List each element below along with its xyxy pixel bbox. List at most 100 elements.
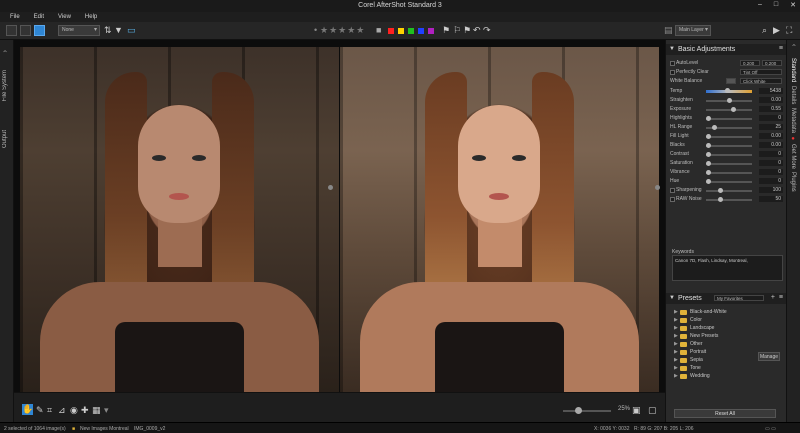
fit-icon[interactable]: ▣ (632, 405, 641, 416)
menu-help[interactable]: Help (85, 12, 97, 22)
preset-folder-item[interactable]: ▶ Color (674, 317, 774, 325)
expand-arrow-icon[interactable]: ▶ (674, 341, 678, 347)
expand-left-icon[interactable]: › (2, 50, 9, 52)
slider-track[interactable] (706, 98, 752, 103)
reject-flag-icon[interactable]: ⚐ (453, 25, 461, 36)
slider-track[interactable] (706, 179, 752, 184)
color-label-red[interactable] (388, 28, 394, 34)
menu-edit[interactable]: Edit (34, 12, 44, 22)
slider-track[interactable] (706, 88, 752, 93)
sort-icon[interactable]: ⇅ (104, 25, 112, 36)
presets-header[interactable]: ▼ Presets My Favorites + ≡ (666, 293, 787, 304)
collapse-icon[interactable]: ▼ (669, 46, 675, 52)
fullscreen-icon[interactable]: ⛶ (786, 25, 792, 36)
expand-arrow-icon[interactable]: ▶ (674, 357, 678, 363)
slider-knob[interactable] (706, 152, 711, 157)
single-view-button[interactable] (6, 25, 17, 36)
slider-track[interactable] (706, 188, 752, 193)
slider-track[interactable] (706, 107, 752, 112)
perfectly-clear-checkbox[interactable] (670, 70, 675, 75)
heal-icon[interactable]: ✚ (81, 405, 89, 416)
tab-plugins[interactable]: Plugins (790, 172, 796, 192)
panel-menu-icon[interactable]: ≡ (779, 45, 783, 52)
slider-knob[interactable] (706, 161, 711, 166)
expand-arrow-icon[interactable]: ▶ (674, 349, 678, 355)
rating-dot[interactable]: • (314, 25, 317, 36)
preset-folder-item[interactable]: ▶ Black-and-White (674, 309, 774, 317)
split-handle[interactable] (328, 185, 333, 190)
close-button[interactable]: ✕ (790, 1, 796, 9)
slider-track[interactable] (706, 134, 752, 139)
color-label-green[interactable] (408, 28, 414, 34)
slider-track[interactable] (706, 161, 752, 166)
plugins-icon[interactable]: ▦ (92, 405, 101, 416)
manage-presets-button[interactable]: Manage (758, 352, 780, 361)
slider-knob[interactable] (726, 98, 732, 103)
tab-file-system[interactable]: File System (2, 70, 8, 101)
zoom-slider-knob[interactable] (575, 407, 583, 414)
compare-view-button[interactable] (34, 25, 45, 36)
color-label-yellow[interactable] (398, 28, 404, 34)
slider-track[interactable] (706, 152, 752, 157)
slider-value[interactable]: 100 (759, 187, 783, 193)
menu-file[interactable]: File (10, 12, 20, 22)
slider-track[interactable] (706, 197, 752, 202)
tab-metadata[interactable]: Metadata (790, 108, 796, 133)
slider-checkbox[interactable] (670, 197, 675, 202)
more-tools-icon[interactable]: ▾ (104, 405, 109, 416)
hand-tool-icon[interactable]: ✋ (22, 404, 33, 415)
image-viewer[interactable] (14, 40, 665, 392)
expand-arrow-icon[interactable]: ▶ (674, 317, 678, 323)
add-preset-icon[interactable]: + (771, 294, 775, 301)
preset-folder-item[interactable]: ▶ Landscape (674, 325, 774, 333)
slider-knob[interactable] (706, 179, 711, 184)
slider-knob[interactable] (706, 170, 711, 175)
menu-view[interactable]: View (58, 12, 71, 22)
autolevel-high[interactable]: 0.200 (762, 60, 782, 66)
tab-details[interactable]: Details (790, 86, 796, 104)
eyedropper-icon[interactable]: ✎ (36, 405, 44, 416)
slider-value[interactable]: 0.00 (759, 97, 783, 103)
maximize-button[interactable]: □ (774, 1, 778, 9)
slider-value[interactable]: 0.00 (759, 133, 783, 139)
actual-size-icon[interactable]: ▢ (648, 405, 657, 416)
slider-knob[interactable] (718, 188, 724, 193)
dual-view-button[interactable] (20, 25, 31, 36)
slider-value[interactable]: 0.00 (759, 142, 783, 148)
tab-output[interactable]: Output (2, 130, 8, 148)
slideshow-icon[interactable]: ▶ (773, 25, 780, 36)
slider-value[interactable]: 25 (759, 124, 783, 130)
basic-adjustments-header[interactable]: ▼ Basic Adjustments ≡ (666, 44, 787, 55)
rating-stars[interactable]: ★★★★★ (320, 25, 365, 36)
slider-checkbox[interactable] (670, 188, 675, 193)
pick-flag-icon[interactable]: ⚑ (463, 25, 471, 36)
preset-folder-item[interactable]: ▶ Tone (674, 365, 774, 373)
split-handle[interactable] (655, 185, 660, 190)
minimize-button[interactable]: – (758, 1, 762, 9)
slider-track[interactable] (706, 170, 752, 175)
autolevel-low[interactable]: 0.200 (740, 60, 760, 66)
rotate-left-icon[interactable]: ↶ (473, 25, 481, 36)
slider-value[interactable]: 0 (759, 169, 783, 175)
comment-icon[interactable]: ▭ (127, 25, 136, 36)
slider-knob[interactable] (706, 134, 711, 139)
color-label-purple[interactable] (428, 28, 434, 34)
photo-edited[interactable] (340, 47, 659, 392)
expand-arrow-icon[interactable]: ▶ (674, 373, 678, 379)
perfectly-clear-select[interactable]: Tint Off (740, 69, 782, 75)
presets-filter-select[interactable]: My Favorites (714, 295, 764, 301)
slider-value[interactable]: 0 (759, 151, 783, 157)
layers-icon[interactable]: ▤ (664, 25, 673, 36)
preset-folder-item[interactable]: ▶ New Presets (674, 333, 774, 341)
slider-value[interactable]: 0 (759, 115, 783, 121)
slider-knob[interactable] (730, 107, 736, 112)
tab-standard[interactable]: Standard (790, 58, 796, 82)
filter-icon[interactable]: ▼ (114, 25, 123, 36)
rotate-right-icon[interactable]: ↷ (483, 25, 491, 36)
slider-value[interactable]: 0.55 (759, 106, 783, 112)
redeye-icon[interactable]: ◉ (70, 405, 78, 416)
keywords-field[interactable]: Canon 7D, Flash, Lindsay, Montreal, (672, 255, 783, 281)
photo-original[interactable] (20, 47, 339, 392)
layer-select[interactable]: Main Layer (675, 25, 711, 36)
clear-color-icon[interactable]: ■ (376, 25, 381, 36)
